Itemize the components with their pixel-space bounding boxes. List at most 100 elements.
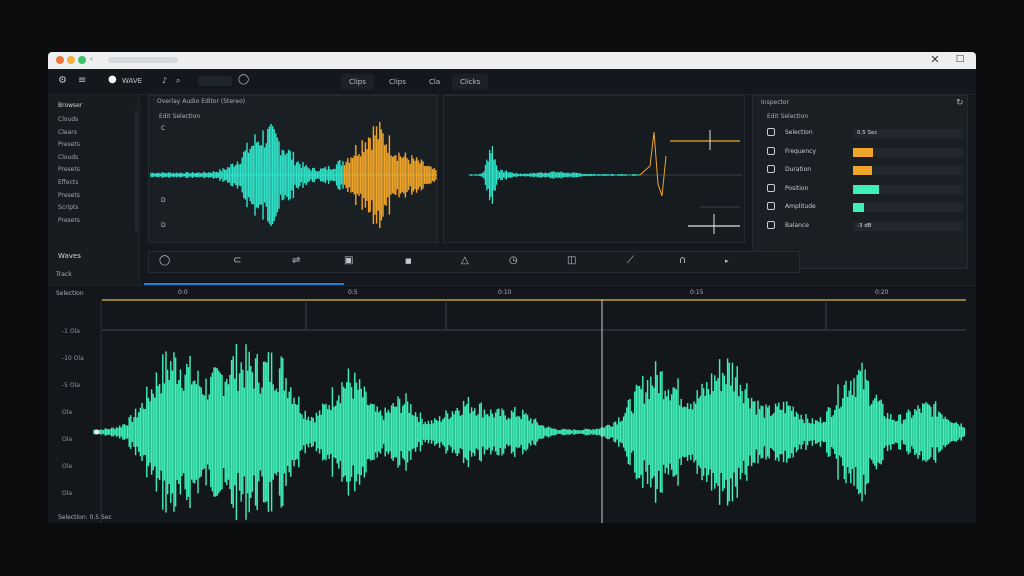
db-label-2: -5 Ola — [62, 382, 80, 389]
row-icon — [767, 128, 775, 136]
sidebar-item-5[interactable]: Effects — [58, 179, 78, 186]
mic-icon[interactable]: ♪ — [162, 76, 167, 85]
row-meter[interactable]: -3 dB — [853, 221, 963, 231]
title-bar: ‹ ✕ □ — [48, 52, 976, 69]
row-icon — [767, 146, 775, 155]
sidebar-header: Browser — [58, 102, 83, 109]
ruler-label-2: 0:10 — [498, 289, 512, 296]
inspector-row-1[interactable]: Frequency — [767, 146, 963, 160]
headphones-icon[interactable]: ∩ — [679, 255, 686, 266]
row-label: Frequency — [785, 147, 816, 155]
ruler-label-0: 0:0 — [178, 289, 188, 296]
ruler-label-3: 0:15 — [690, 289, 704, 296]
row-meter-fill — [853, 184, 880, 194]
track-footer: Selection: 0.5 Sec — [58, 514, 112, 521]
clip-icon[interactable]: ⊂ — [233, 255, 241, 266]
row-icon — [767, 165, 775, 173]
line-icon[interactable]: ⟋ — [627, 255, 634, 266]
close-icon[interactable]: ✕ — [928, 53, 942, 66]
scope-panel — [443, 95, 745, 243]
camera-icon[interactable]: ◫ — [567, 255, 576, 266]
tab-clips[interactable]: Clips — [341, 74, 374, 90]
trim-icon[interactable]: ⇌ — [292, 255, 300, 266]
close-dot-icon[interactable] — [56, 56, 64, 64]
row-value: -3 dB — [857, 222, 872, 229]
search-input[interactable] — [198, 76, 232, 86]
row-meter[interactable]: 0.5 Sec — [853, 129, 963, 138]
record-icon[interactable]: ● — [108, 74, 117, 85]
menu-icon[interactable]: ≡ — [78, 75, 86, 86]
loop-icon[interactable]: ◯ — [159, 255, 170, 266]
row-label: Amplitude — [785, 203, 816, 210]
row-meter[interactable] — [853, 147, 963, 157]
db-label-4: Ola — [62, 436, 73, 443]
row-meter[interactable] — [853, 203, 963, 212]
sidebar-item-0[interactable]: Clouds — [58, 116, 78, 123]
row-label: Position — [785, 184, 809, 192]
ruler-label-1: 0:5 — [348, 289, 358, 296]
address-bar[interactable] — [108, 57, 178, 63]
app-window: ‹ ✕ □ ⚙ ≡ ● WAVE ♪ ⌕ ◯ Clips Clips Cla C… — [48, 52, 976, 523]
tab-clicks[interactable]: Clicks — [452, 74, 489, 90]
inspector-row-3[interactable]: Position — [767, 183, 963, 197]
db-label-5: Ola — [62, 463, 73, 470]
sidebar-item-7[interactable]: Scripts — [58, 204, 79, 211]
row-label: Duration — [785, 166, 812, 173]
scope-graph — [468, 130, 742, 234]
main-waveform[interactable] — [48, 286, 976, 523]
search-icon[interactable]: ⌕ — [176, 76, 180, 86]
inspector-subheader: Edit Selection — [767, 113, 809, 120]
inspector-panel: Inspector Edit Selection ↻ Selection 0.5 … — [752, 95, 968, 269]
transport-bar: ◯ ⊂ ⇌ ▣ ■ △ ◷ ◫ ⟋ ∩ ▸ — [148, 251, 800, 273]
row-value: 0.5 Sec — [857, 130, 878, 136]
sidebar-item-6[interactable]: Presets — [58, 192, 80, 199]
stop-icon[interactable]: ■ — [405, 257, 412, 265]
play-icon[interactable]: ▸ — [725, 257, 729, 265]
row-label: Balance — [785, 221, 809, 229]
inspector-row-5[interactable]: Balance -3 dB — [767, 220, 963, 234]
sidebar-item-4[interactable]: Presets — [58, 166, 80, 173]
main-track: Selection 0:0 0:5 0:10 0:15 0:20 -1 Ola -10 O… — [48, 285, 976, 523]
row-label: Selection — [785, 129, 813, 136]
sidebar-item-3[interactable]: Clouds — [58, 154, 78, 161]
sidebar-scrollbar[interactable] — [135, 111, 138, 231]
row-meter[interactable] — [853, 166, 963, 175]
loop-icon[interactable]: ◯ — [238, 74, 249, 85]
track-small-label: Track — [56, 271, 72, 278]
db-label-0: -1 Ola — [62, 328, 80, 335]
db-label-6: Ola — [62, 490, 73, 497]
row-meter-fill — [853, 147, 873, 157]
minimize-dot-icon[interactable] — [67, 56, 75, 64]
db-label-3: Ola — [62, 409, 73, 416]
row-icon — [767, 183, 775, 192]
zoom-dot-icon[interactable] — [78, 56, 86, 64]
save-icon[interactable]: ▣ — [344, 255, 353, 266]
maximize-icon[interactable]: □ — [953, 54, 967, 64]
row-icon — [767, 220, 775, 229]
editor-waveform[interactable] — [149, 96, 439, 244]
row-icon — [767, 202, 775, 210]
tab-cla[interactable]: Cla — [421, 74, 448, 90]
sidebar-item-2[interactable]: Presets — [58, 141, 80, 148]
row-meter[interactable] — [853, 184, 963, 194]
inspector-header: Inspector — [761, 99, 789, 106]
sidebar-item-1[interactable]: Clears — [58, 129, 77, 136]
tab-clips-2[interactable]: Clips — [381, 74, 414, 90]
warning-icon[interactable]: △ — [461, 255, 469, 266]
track-name: Waves — [58, 252, 81, 260]
inspector-row-2[interactable]: Duration — [767, 164, 963, 178]
clock-icon[interactable]: ◷ — [509, 255, 518, 266]
waveform-start-handle[interactable] — [94, 429, 100, 435]
settings-icon[interactable]: ⚙ — [58, 75, 67, 86]
sidebar-item-8[interactable]: Presets — [58, 217, 80, 224]
refresh-icon[interactable]: ↻ — [956, 98, 964, 108]
toolbar: ⚙ ≡ ● WAVE ♪ ⌕ ◯ Clips Clips Cla Clicks — [48, 69, 976, 95]
inspector-row-4[interactable]: Amplitude — [767, 201, 963, 215]
back-icon[interactable]: ‹ — [90, 55, 93, 63]
row-meter-fill — [853, 203, 864, 212]
ruler-label-4: 0:20 — [875, 289, 889, 296]
row-meter-fill — [853, 166, 872, 175]
project-name: WAVE — [122, 77, 143, 85]
inspector-row-0[interactable]: Selection 0.5 Sec — [767, 127, 963, 141]
db-label-1: -10 Ola — [62, 355, 84, 362]
